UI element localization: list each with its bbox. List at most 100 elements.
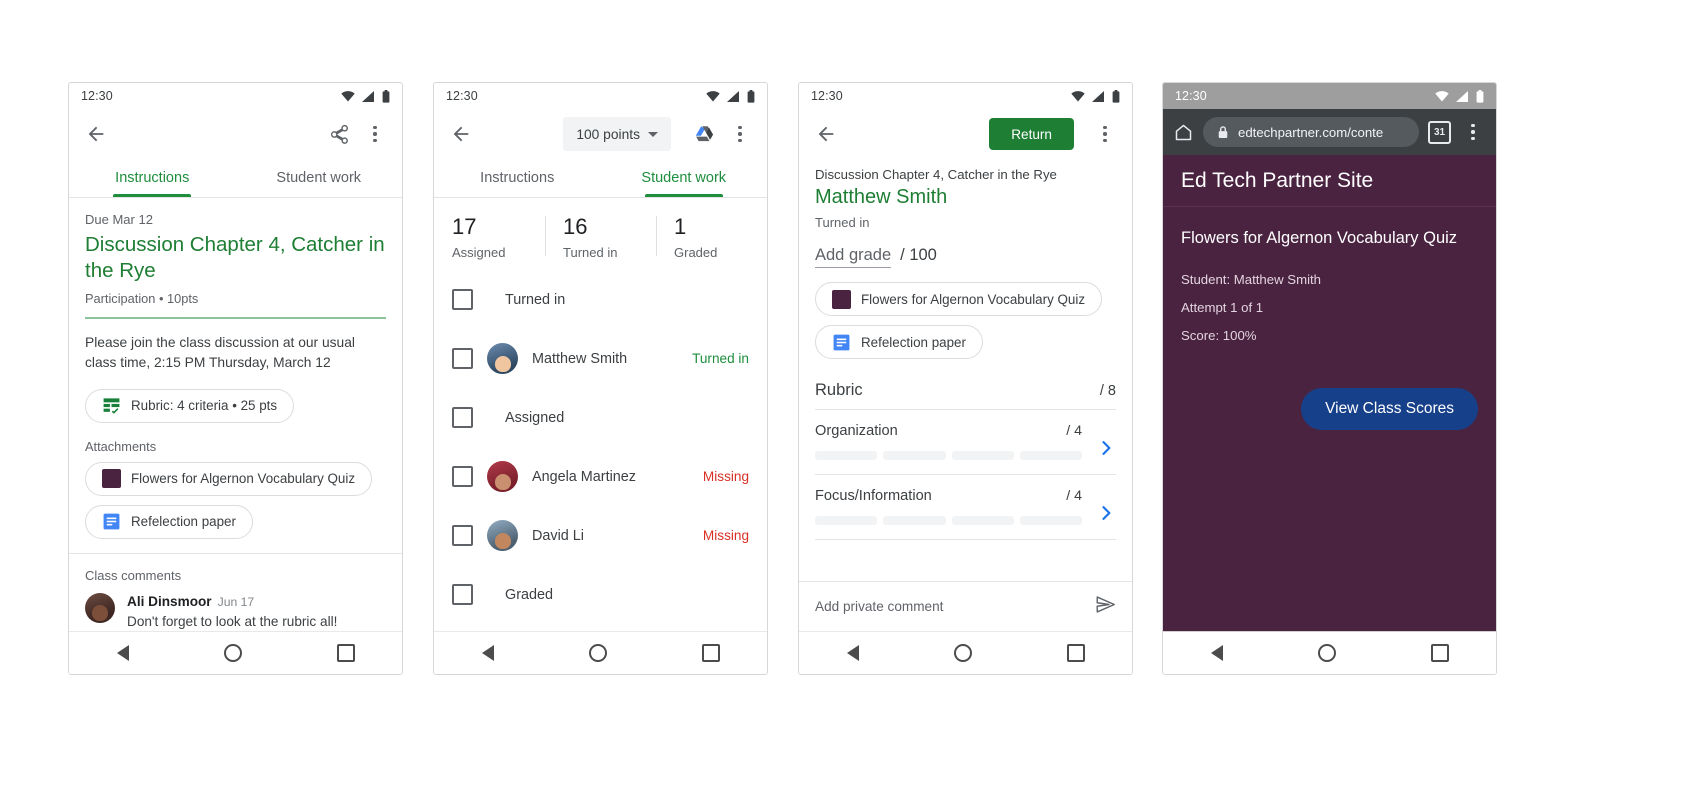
stat-turned-in-number: 16 [563,214,588,239]
class-comments-label: Class comments [85,567,182,583]
chevron-down-icon [648,131,658,137]
nav-back-icon[interactable] [116,645,129,661]
system-nav-bar [799,631,1132,674]
stat-assigned[interactable]: 17 Assigned [434,214,545,260]
list-item[interactable]: Assigned [434,388,767,447]
status-clock: 12:30 [81,89,113,103]
app-bar [69,109,402,159]
nav-home-icon[interactable] [223,644,242,662]
nav-back-icon[interactable] [1210,645,1223,661]
rubric-chip[interactable]: Rubric: 4 criteria • 25 pts [85,388,295,423]
rubric-criterion[interactable]: Organization / 4 [815,410,1116,460]
return-button[interactable]: Return [989,118,1074,150]
stat-graded[interactable]: 1 Graded [656,214,767,260]
tab-student-work[interactable]: Student work [236,159,403,197]
lock-icon [1217,125,1229,139]
nav-back-icon[interactable] [846,645,859,661]
tab-student-work[interactable]: Student work [601,159,768,197]
result-score: Score: 100% [1181,328,1257,343]
avatar [85,592,115,623]
nav-home-icon[interactable] [588,644,607,662]
quiz-square-icon [102,469,121,489]
overflow-menu-icon[interactable] [1092,121,1118,147]
overflow-menu-icon[interactable] [1460,119,1486,145]
attachment-chip-quiz[interactable]: Flowers for Algernon Vocabulary Quiz [815,282,1103,316]
attachment-chip-quiz[interactable]: Flowers for Algernon Vocabulary Quiz [85,461,373,496]
tab-bar: Instructions Student work [434,159,767,198]
view-class-scores-button[interactable]: View Class Scores [1301,388,1478,430]
wifi-icon [341,90,355,102]
attachment-label-doc: Refelection paper [131,514,236,530]
list-item[interactable]: Graded [434,565,767,624]
due-date: Due Mar 12 [85,212,153,227]
web-page: Ed Tech Partner Site Flowers for Algerno… [1163,155,1496,631]
share-icon[interactable] [326,121,352,147]
add-grade-input[interactable]: Add grade [815,246,892,268]
list-item[interactable]: Matthew Smith Turned in [434,329,767,388]
list-item[interactable]: Turned in [434,270,767,329]
chevron-right-icon[interactable] [1096,503,1116,523]
stat-turned-in[interactable]: 16 Turned in [545,214,656,260]
comment-item: Ali Dinsmoor Jun 17 Don't forget to look … [85,592,386,631]
back-arrow-icon[interactable] [448,121,474,147]
criterion-level-bars [815,516,1116,525]
private-comment-bar[interactable]: Add private comment [799,581,1132,631]
rubric-criterion[interactable]: Focus/Information / 4 [815,475,1116,525]
nav-recents-icon[interactable] [1430,644,1449,662]
page-heading: Flowers for Algernon Vocabulary Quiz [1181,229,1458,247]
tab-count-button[interactable]: 31 [1428,120,1451,144]
private-comment-input[interactable]: Add private comment [815,599,943,614]
comment-text-block: Ali Dinsmoor Jun 17 Don't forget to look … [127,593,337,631]
back-arrow-icon[interactable] [83,121,109,147]
list-item[interactable]: Angela Martinez Missing [434,447,767,506]
rubric-total-score: / 8 [1099,383,1116,399]
nav-recents-icon[interactable] [336,644,355,662]
criterion-score: / 4 [1066,423,1082,439]
attachment-chip-doc[interactable]: Refelection paper [85,504,253,539]
points-dropdown[interactable]: 100 points [563,117,671,151]
rubric-chip-label: Rubric: 4 criteria • 25 pts [131,398,278,414]
checkbox[interactable] [452,407,473,428]
checkbox[interactable] [452,584,473,605]
avatar [487,343,518,374]
checkbox[interactable] [452,348,473,369]
nav-back-icon[interactable] [481,645,494,661]
nav-home-icon[interactable] [953,644,972,662]
status-clock: 12:30 [1175,89,1207,103]
group-label-assigned: Assigned [505,409,565,426]
status-clock: 12:30 [811,89,843,103]
assignment-head: Due Mar 12 Discussion Chapter 4, Catcher… [69,212,402,306]
status-system-icons [706,89,755,103]
system-nav-bar [69,631,402,674]
comment-date: Jun 17 [217,594,255,609]
status-badge: Missing [702,528,749,543]
checkbox[interactable] [452,289,473,310]
checkbox[interactable] [452,466,473,487]
back-arrow-icon[interactable] [813,121,839,147]
phone-browser: 12:30 edtechpartner.com/conte 31 Ed Tech… [1162,82,1497,675]
chevron-right-icon[interactable] [1096,438,1116,458]
tab-instructions[interactable]: Instructions [69,159,236,197]
app-bar: 100 points [434,109,767,159]
criterion-name: Focus/Information [815,488,932,504]
url-bar[interactable]: edtechpartner.com/conte [1203,117,1419,147]
google-drive-icon[interactable] [691,121,717,147]
checkbox[interactable] [452,525,473,546]
signal-icon [727,90,740,102]
home-icon[interactable] [1173,122,1194,143]
attachment-label-quiz: Flowers for Algernon Vocabulary Quiz [861,291,1086,307]
overflow-menu-icon[interactable] [727,121,753,147]
tab-instructions[interactable]: Instructions [434,159,601,197]
cta-wrap: View Class Scores [1163,350,1496,430]
list-item[interactable]: David Li Missing [434,506,767,565]
nav-recents-icon[interactable] [701,644,720,662]
criterion-divider [815,539,1116,540]
nav-recents-icon[interactable] [1066,644,1085,662]
nav-home-icon[interactable] [1317,644,1336,662]
stat-assigned-number: 17 [452,214,477,239]
criterion-name: Organization [815,423,898,439]
overflow-menu-icon[interactable] [362,121,388,147]
send-icon[interactable] [1095,594,1116,620]
attachment-chip-doc[interactable]: Refelection paper [815,325,983,359]
phone-student-work: 12:30 100 points Instructions Student wo… [433,82,768,675]
